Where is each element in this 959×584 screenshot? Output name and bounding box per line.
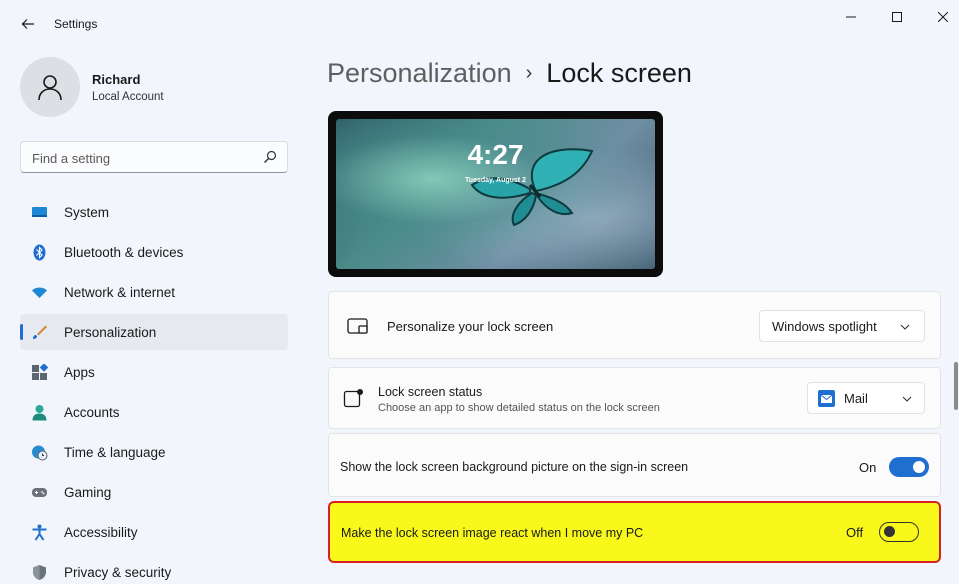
preview-time: 4:27: [467, 139, 524, 170]
sidebar-item-privacy-security[interactable]: Privacy & security: [20, 554, 288, 584]
globe-clock-icon: [31, 444, 48, 461]
apps-icon: [31, 364, 48, 381]
title-bar: Settings: [0, 0, 959, 48]
lock-screen-status-card: Lock screen status Choose an app to show…: [328, 367, 941, 429]
person-icon: [31, 404, 48, 421]
toggle-knob: [884, 526, 895, 537]
maximize-icon: [892, 12, 902, 22]
back-button[interactable]: [16, 12, 40, 36]
signin-background-card: Show the lock screen background picture …: [328, 433, 941, 497]
brush-icon: [31, 324, 48, 341]
lock-screen-status-description: Choose an app to show detailed status on…: [378, 402, 660, 414]
mail-icon: [818, 390, 835, 407]
sidebar-item-accounts[interactable]: Accounts: [20, 394, 288, 430]
lock-screen-icon: [347, 318, 368, 334]
toggle-state-label: Off: [846, 525, 864, 540]
sidebar-nav: System Bluetooth & devices Network & int…: [20, 194, 288, 584]
breadcrumb: Personalization › Lock screen: [327, 58, 692, 89]
wifi-icon: [31, 284, 48, 301]
scrollbar-thumb[interactable]: [954, 362, 958, 410]
app-title: Settings: [54, 17, 98, 31]
toggle-state-label: On: [859, 460, 877, 475]
page-title: Lock screen: [546, 58, 692, 88]
user-name: Richard: [92, 72, 141, 87]
close-button[interactable]: [920, 4, 959, 30]
sidebar-item-accessibility[interactable]: Accessibility: [20, 514, 288, 550]
bluetooth-icon: [31, 244, 48, 261]
avatar: [20, 57, 80, 117]
sidebar-item-personalization[interactable]: Personalization: [20, 314, 288, 350]
dropdown-value: Windows spotlight: [772, 319, 877, 334]
sidebar-item-label: Accessibility: [64, 525, 138, 540]
search-input[interactable]: Find a setting: [20, 141, 288, 173]
sidebar-item-bluetooth[interactable]: Bluetooth & devices: [20, 234, 288, 270]
sidebar-item-label: Bluetooth & devices: [64, 245, 184, 260]
sidebar-item-label: Privacy & security: [64, 565, 172, 580]
dropdown-value: Mail: [844, 391, 868, 406]
sidebar-item-gaming[interactable]: Gaming: [20, 474, 288, 510]
minimize-button[interactable]: [828, 4, 874, 30]
monitor-icon: [31, 204, 48, 221]
chevron-down-icon: [900, 324, 910, 330]
gamepad-icon: [31, 484, 48, 501]
image-react-motion-toggle[interactable]: [879, 522, 919, 542]
user-profile[interactable]: Richard Local Account: [20, 57, 280, 117]
sidebar-item-network[interactable]: Network & internet: [20, 274, 288, 310]
accessibility-icon: [31, 524, 48, 541]
lock-screen-background-dropdown[interactable]: Windows spotlight: [759, 310, 925, 342]
signin-background-label: Show the lock screen background picture …: [340, 460, 689, 474]
chevron-down-icon: [902, 396, 912, 402]
maximize-button[interactable]: [874, 4, 920, 30]
sidebar-item-label: System: [64, 205, 110, 220]
search-placeholder: Find a setting: [32, 151, 111, 166]
status-app-icon: [343, 389, 363, 408]
lock-screen-status-label: Lock screen status: [378, 385, 483, 399]
close-icon: [938, 12, 948, 22]
person-avatar-icon: [38, 75, 62, 101]
personalize-lock-screen-card: Personalize your lock screen Windows spo…: [328, 291, 941, 359]
account-type: Local Account: [92, 91, 164, 103]
sidebar-item-label: Apps: [64, 365, 95, 380]
toggle-knob: [913, 461, 925, 473]
sidebar-item-time-language[interactable]: Time & language: [20, 434, 288, 470]
image-react-motion-card: Make the lock screen image react when I …: [328, 501, 941, 563]
arrow-left-icon: [21, 19, 34, 29]
minimize-icon: [846, 16, 856, 18]
sidebar-item-label: Gaming: [64, 485, 112, 500]
shield-icon: [31, 564, 48, 581]
sidebar-item-label: Personalization: [64, 325, 157, 340]
image-react-motion-label: Make the lock screen image react when I …: [341, 526, 644, 540]
sidebar-item-label: Network & internet: [64, 285, 176, 300]
breadcrumb-parent[interactable]: Personalization: [327, 58, 512, 88]
search-icon: [264, 150, 277, 163]
preview-date: Tuesday, August 2: [465, 177, 526, 184]
lock-screen-preview: 4:27 Tuesday, August 2: [328, 111, 663, 277]
personalize-lock-screen-label: Personalize your lock screen: [387, 319, 554, 334]
sidebar-item-label: Time & language: [64, 445, 166, 460]
lock-screen-status-dropdown[interactable]: Mail: [807, 382, 925, 414]
chevron-right-icon: ›: [525, 62, 533, 84]
signin-background-toggle[interactable]: [889, 457, 929, 477]
preview-background-image: 4:27 Tuesday, August 2: [336, 119, 655, 269]
sidebar-item-label: Accounts: [64, 405, 120, 420]
sidebar-item-system[interactable]: System: [20, 194, 288, 230]
sidebar-item-apps[interactable]: Apps: [20, 354, 288, 390]
